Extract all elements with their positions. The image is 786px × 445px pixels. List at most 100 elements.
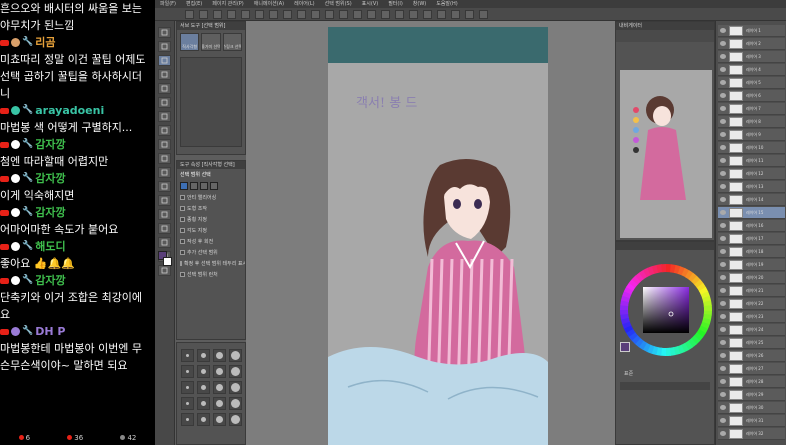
layer-row[interactable]: 레이어 5 [718,77,785,89]
property-row[interactable]: 도형 조작 [177,203,245,214]
command-button[interactable] [437,10,446,19]
artboard[interactable]: 객서! 봉 드 [328,27,548,445]
brush-size-preset[interactable] [181,413,194,426]
eye-icon[interactable] [720,405,726,410]
layer-row[interactable]: 레이어 27 [718,363,785,375]
line-correction-icon[interactable] [158,265,171,276]
eye-icon[interactable] [720,431,726,436]
eye-icon[interactable] [720,197,726,202]
brush-size-preset[interactable] [229,413,242,426]
property-checkbox[interactable] [180,261,182,266]
layer-row[interactable]: 레이어 17 [718,233,785,245]
layer-row[interactable]: 레이어 20 [718,272,785,284]
brush-size-preset[interactable] [197,397,210,410]
property-row[interactable]: 각도 지정 [177,225,245,236]
eye-icon[interactable] [720,249,726,254]
chat-username[interactable]: DH P [35,323,65,340]
layer-row[interactable]: 레이어 8 [718,116,785,128]
menu-item[interactable]: 파일(F) [155,0,181,8]
layer-row[interactable]: 레이어 18 [718,246,785,258]
eye-icon[interactable] [720,119,726,124]
layer-row[interactable]: 레이어 13 [718,181,785,193]
layer-row[interactable]: 레이어 31 [718,415,785,427]
eye-icon[interactable] [720,210,726,215]
property-row[interactable]: 안티 앨리어싱 [177,192,245,203]
brush-size-preset[interactable] [197,349,210,362]
command-button[interactable] [269,10,278,19]
layer-row[interactable]: 레이어 11 [718,155,785,167]
brush-size-preset[interactable] [181,397,194,410]
select-tool-icon[interactable] [158,55,171,66]
layer-row[interactable]: 레이어 23 [718,311,785,323]
layer-row[interactable]: 레이어 22 [718,298,785,310]
layer-row[interactable]: 레이어 12 [718,168,785,180]
menu-item[interactable]: 애니메이션(A) [249,0,289,8]
eye-icon[interactable] [720,301,726,306]
brush-size-preset[interactable] [213,413,226,426]
eye-icon[interactable] [720,67,726,72]
eraser-icon[interactable] [158,167,171,178]
brush-size-preset[interactable] [213,349,226,362]
property-checkbox[interactable] [180,217,185,222]
sub-tool-item[interactable]: 올가미 선택 [201,33,221,51]
figure-icon[interactable] [158,223,171,234]
layer-row[interactable]: 레이어 1 [718,25,785,37]
eye-icon[interactable] [720,236,726,241]
command-button[interactable] [297,10,306,19]
text-icon[interactable] [158,237,171,248]
brush-size-preset[interactable] [213,397,226,410]
eye-icon[interactable] [720,262,726,267]
eye-icon[interactable] [720,93,726,98]
layer-row[interactable]: 레이어 6 [718,90,785,102]
brush-size-preset[interactable] [213,365,226,378]
eye-icon[interactable] [720,366,726,371]
brush-size-preset[interactable] [197,413,210,426]
subtract-selection-button[interactable] [200,182,208,190]
eye-icon[interactable] [720,158,726,163]
property-row[interactable]: 추가 선택 범위 [177,247,245,258]
brush-size-preset[interactable] [229,381,242,394]
eye-icon[interactable] [720,171,726,176]
command-button[interactable] [283,10,292,19]
brush-size-preset[interactable] [213,381,226,394]
command-button[interactable] [199,10,208,19]
layer-row[interactable]: 레이어 15 [718,207,785,219]
layer-row[interactable]: 레이어 19 [718,259,785,271]
color-wheel[interactable] [616,260,716,370]
eye-icon[interactable] [720,223,726,228]
intersect-selection-button[interactable] [210,182,218,190]
brush-size-preset[interactable] [197,365,210,378]
eye-icon[interactable] [720,145,726,150]
lasso-tool-icon[interactable] [158,69,171,80]
canvas-area[interactable]: 객서! 봉 드 [246,21,615,445]
menu-item[interactable]: 필터(I) [383,0,408,8]
layer-row[interactable]: 레이어 30 [718,402,785,414]
layer-row[interactable]: 레이어 32 [718,428,785,440]
layer-row[interactable]: 레이어 14 [718,194,785,206]
property-checkbox[interactable] [180,206,185,211]
command-button[interactable] [395,10,404,19]
brush-size-preset[interactable] [181,349,194,362]
layer-row[interactable]: 레이어 26 [718,350,785,362]
eye-icon[interactable] [720,28,726,33]
chat-username[interactable]: arayadoeni [35,102,104,119]
eye-icon[interactable] [720,392,726,397]
blend-icon[interactable] [158,181,171,192]
zoom-tool-icon[interactable] [158,27,171,38]
eye-icon[interactable] [720,379,726,384]
property-row[interactable]: 작성 후 회전 [177,236,245,247]
brush-size-preset[interactable] [197,381,210,394]
chat-username[interactable]: 해도디 [35,238,65,255]
menu-item[interactable]: 도움말(H) [431,0,462,8]
menu-item[interactable]: 레이어(L) [289,0,320,8]
add-selection-button[interactable] [190,182,198,190]
eye-icon[interactable] [720,132,726,137]
command-button[interactable] [353,10,362,19]
layer-row[interactable]: 레이어 16 [718,220,785,232]
property-row[interactable]: 확정 후 선택 범위 테두리 표시 [177,258,245,269]
navigator-preview[interactable] [620,70,712,238]
command-button[interactable] [227,10,236,19]
command-button[interactable] [367,10,376,19]
chat-username[interactable]: 감자깡 [35,204,65,221]
command-button[interactable] [213,10,222,19]
